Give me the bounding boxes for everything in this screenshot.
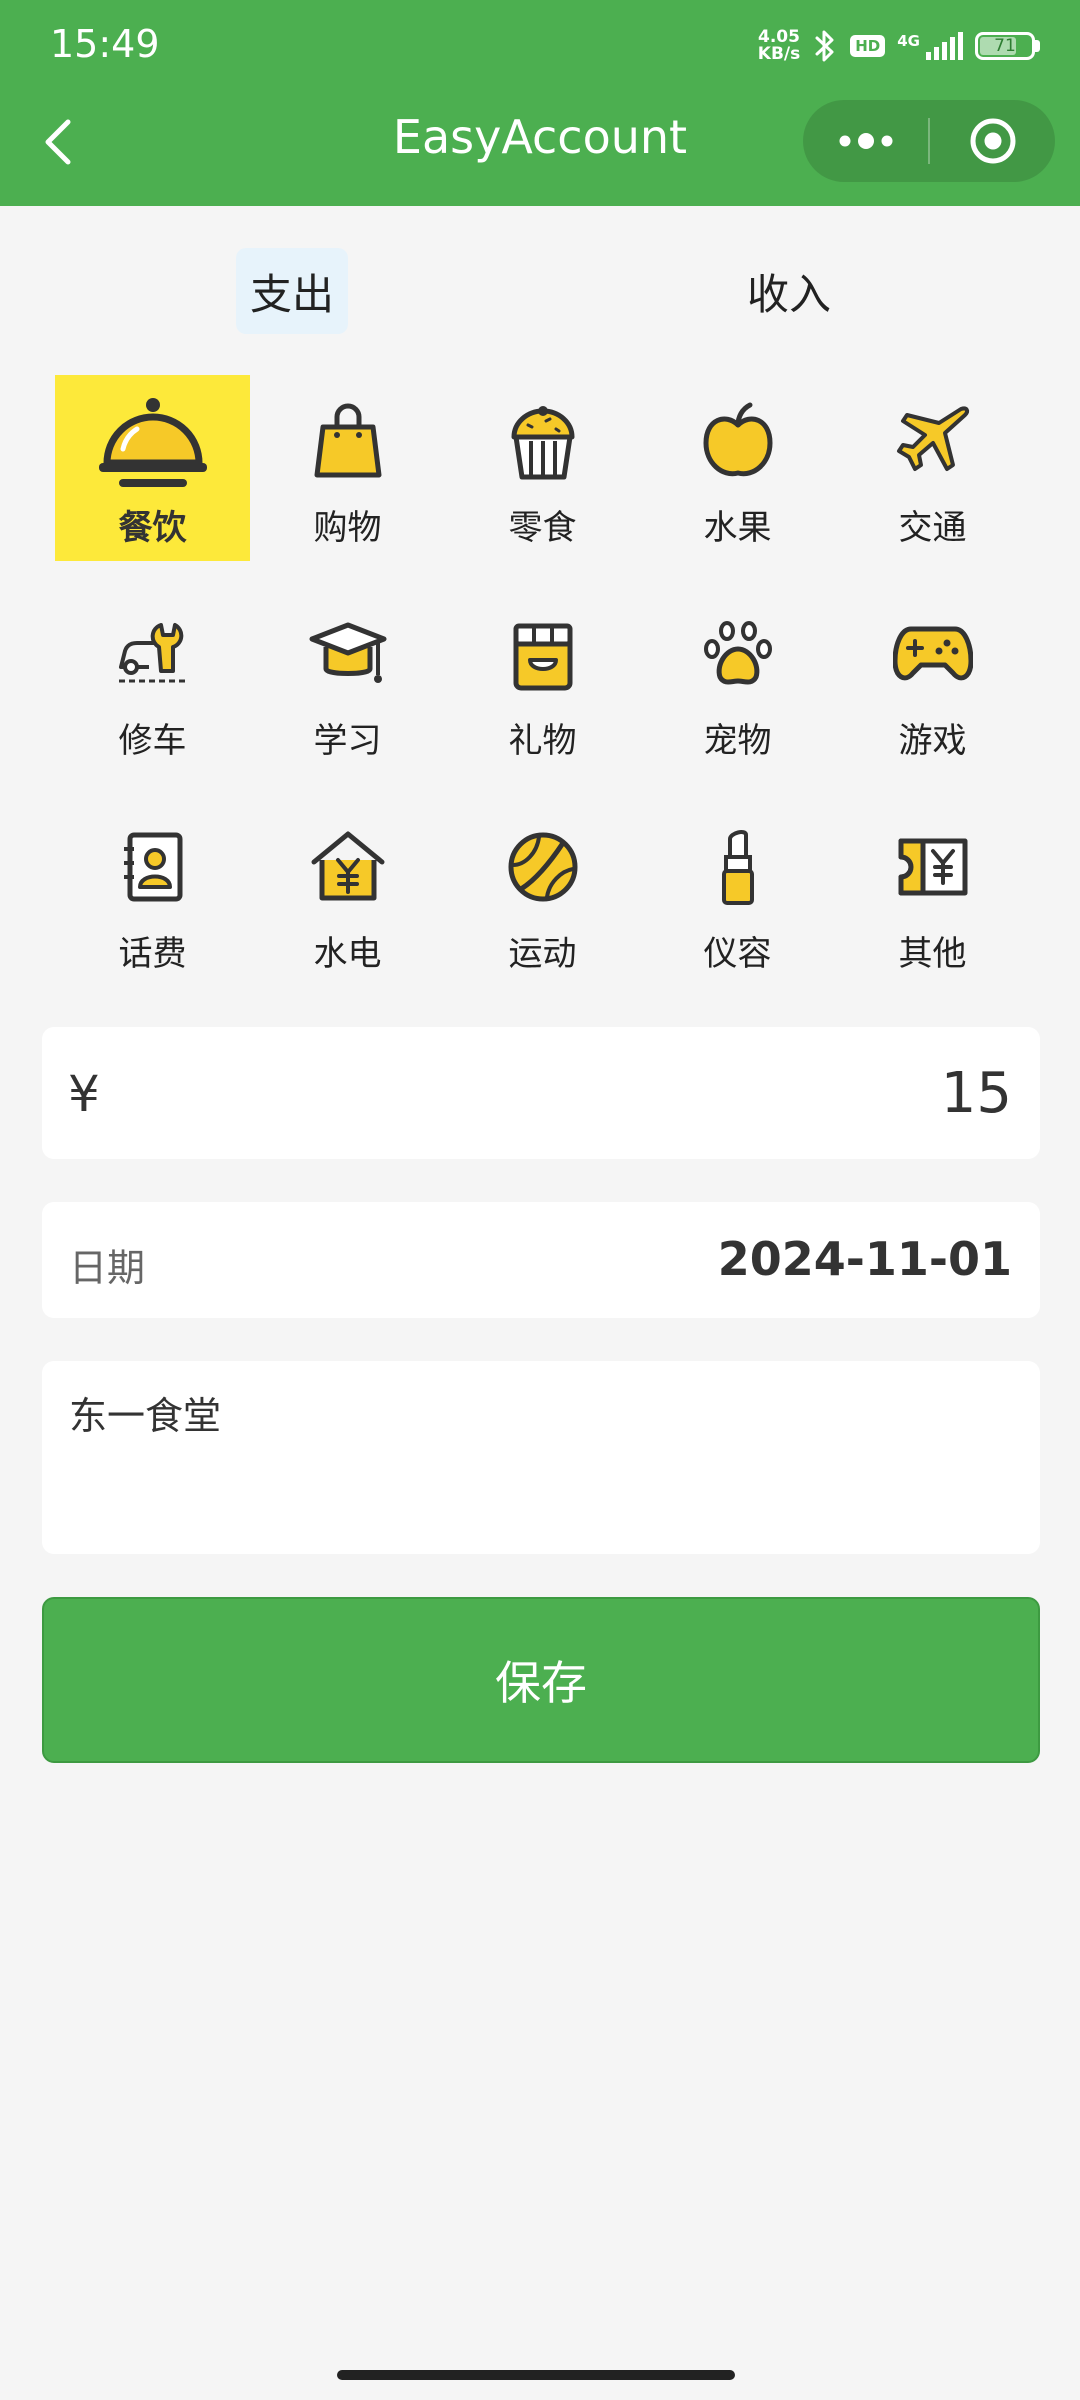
category-transport[interactable]: 交通 (835, 375, 1030, 561)
category-label: 仪容 (703, 934, 772, 974)
amount-value: 15 (940, 1061, 1012, 1126)
battery-icon: 71 (975, 32, 1035, 60)
target-icon (970, 118, 1015, 164)
gift-box-icon (513, 623, 572, 691)
category-shopping[interactable]: 购物 (250, 375, 445, 561)
cloche-icon (98, 398, 207, 487)
category-label: 水果 (703, 508, 772, 548)
close-miniprogram-button[interactable] (930, 100, 1055, 182)
category-label: 游戏 (898, 721, 967, 761)
category-label: 交通 (898, 508, 967, 548)
date-value: 2024-11-01 (717, 1232, 1012, 1286)
home-indicator[interactable] (337, 2370, 735, 2380)
bluetooth-icon (815, 30, 834, 62)
ball-icon (508, 832, 577, 902)
category-label: 其他 (898, 934, 967, 974)
category-study[interactable]: 学习 (250, 588, 445, 774)
category-label: 餐饮 (118, 508, 187, 548)
airplane-icon (896, 406, 969, 471)
gamepad-icon (892, 626, 973, 681)
ticket-yuan-icon (898, 838, 967, 896)
date-picker[interactable]: 日期 2024-11-01 (42, 1202, 1040, 1318)
category-label: 零食 (508, 508, 577, 548)
category-grooming[interactable]: 仪容 (640, 801, 835, 987)
miniprogram-capsule (803, 100, 1055, 182)
category-car-repair[interactable]: 修车 (55, 588, 250, 774)
category-label: 水电 (313, 934, 382, 974)
category-snacks[interactable]: 零食 (445, 375, 640, 561)
category-label: 话费 (118, 934, 187, 974)
category-other[interactable]: 其他 (835, 801, 1030, 987)
more-button[interactable] (803, 100, 928, 182)
cupcake-icon (511, 406, 574, 480)
network-type: 4G (897, 32, 920, 50)
shopping-bag-icon (314, 403, 381, 478)
category-phone-bill[interactable]: 话费 (55, 801, 250, 987)
category-games[interactable]: 游戏 (835, 588, 1030, 774)
category-sports[interactable]: 运动 (445, 801, 640, 987)
category-gift[interactable]: 礼物 (445, 588, 640, 774)
nav-header: 15:49 4.05 KB/s HD 4G 71 EasyAccount (0, 0, 1080, 206)
category-label: 购物 (313, 508, 382, 548)
category-label: 宠物 (703, 721, 772, 761)
category-utilities[interactable]: 水电 (250, 801, 445, 987)
category-label: 学习 (313, 721, 382, 761)
network-speed: 4.05 KB/s (758, 29, 800, 63)
more-dots-icon (839, 133, 892, 149)
house-yuan-icon (311, 831, 384, 901)
category-label: 修车 (118, 721, 187, 761)
note-textarea[interactable]: 东一食堂 (42, 1361, 1040, 1554)
tab-expense[interactable]: 支出 (236, 248, 348, 334)
save-button[interactable]: 保存 (42, 1597, 1040, 1763)
contact-book-icon (123, 832, 182, 902)
date-label: 日期 (69, 1246, 146, 1290)
category-fruit[interactable]: 水果 (640, 375, 835, 561)
currency-symbol: ¥ (68, 1065, 100, 1123)
apple-icon (703, 402, 772, 477)
amount-input[interactable]: ¥ 15 (42, 1027, 1040, 1159)
network-speed-unit: KB/s (757, 44, 801, 64)
graduation-cap-icon (309, 622, 386, 683)
signal-icon: 4G (897, 32, 963, 60)
car-wrench-icon (118, 623, 185, 683)
category-dining[interactable]: 餐饮 (55, 375, 250, 561)
tab-income[interactable]: 收入 (724, 248, 854, 334)
lipstick-icon (721, 830, 754, 905)
category-pets[interactable]: 宠物 (640, 588, 835, 774)
status-time: 15:49 (50, 22, 160, 66)
hd-badge: HD (850, 35, 886, 57)
status-icons: 4.05 KB/s HD 4G 71 (758, 22, 1040, 70)
paw-icon (703, 621, 772, 685)
battery-level: 71 (994, 36, 1016, 56)
category-label: 礼物 (508, 721, 577, 761)
note-text: 东一食堂 (69, 1394, 222, 1438)
category-label: 运动 (508, 934, 577, 974)
